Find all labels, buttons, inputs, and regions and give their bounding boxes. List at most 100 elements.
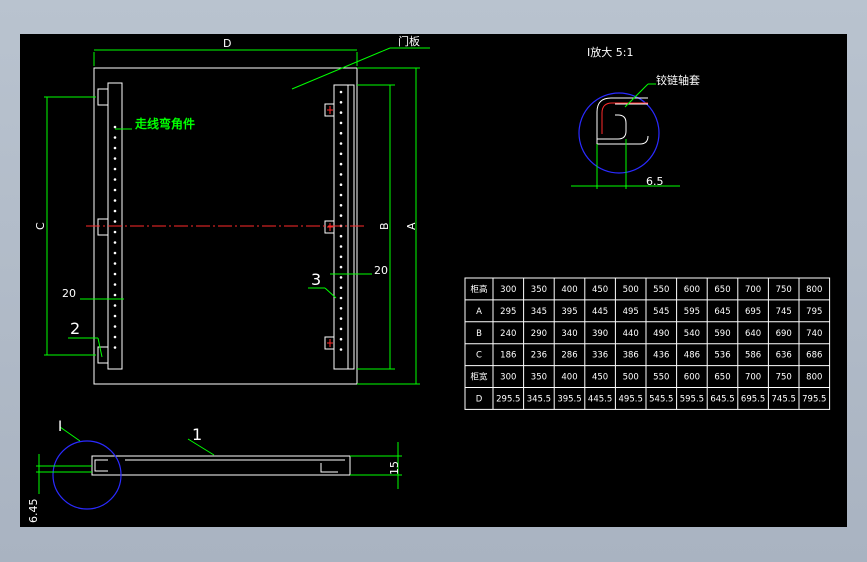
table-cell: 345: [531, 307, 547, 317]
hole: [113, 283, 117, 286]
dim-65-label: 6.5: [646, 175, 664, 188]
cad-drawing: D C B A 门板 走线弯角件 20 20 2 3 1 I 15 6.45 I…: [27, 34, 831, 523]
hole: [339, 152, 343, 156]
hole: [339, 286, 343, 289]
table-cell: 795: [806, 307, 822, 317]
hole: [113, 346, 117, 349]
table-cell: 395.5: [557, 394, 581, 404]
hole: [113, 272, 117, 276]
table-cell: 390: [592, 329, 608, 339]
hinge-sleeve-label: 铰链轴套: [656, 73, 700, 87]
hole: [339, 101, 343, 104]
hole: [113, 220, 117, 223]
table-cell: C: [476, 351, 482, 361]
table-cell: 745.5: [772, 394, 796, 404]
item-2-label: 2: [70, 319, 80, 338]
door-panel-label: 门板: [398, 34, 420, 48]
table-cell: 500: [623, 285, 639, 295]
table-cell: 186: [500, 351, 516, 361]
hole: [113, 293, 117, 297]
hole: [339, 307, 343, 310]
hole: [113, 325, 117, 328]
table-cell: 640: [745, 329, 761, 339]
hole: [339, 173, 343, 176]
hole: [113, 178, 117, 181]
hole: [339, 276, 343, 279]
dim-a-label: A: [405, 222, 418, 230]
dim-645-label: 6.45: [27, 499, 40, 524]
hole: [339, 121, 343, 125]
hole: [113, 188, 117, 192]
hole: [339, 162, 343, 166]
table-cell: 240: [500, 329, 516, 339]
table-cell: 650: [714, 285, 730, 295]
hole: [339, 193, 343, 197]
table-cell: B: [476, 329, 482, 339]
table-cell: 686: [806, 351, 822, 361]
detail-circle: [578, 92, 660, 174]
table-cell: 700: [745, 373, 761, 383]
hole: [113, 230, 117, 234]
table-cell: 440: [623, 329, 639, 339]
hole: [113, 157, 117, 160]
hole: [113, 146, 117, 150]
table-cell: 595: [684, 307, 700, 317]
item-1-label: 1: [192, 425, 202, 444]
dim-b-label: B: [378, 222, 391, 230]
hole: [339, 90, 343, 94]
left-tab-bottom: [97, 346, 109, 364]
side-hinge-curl: [94, 459, 108, 472]
table-cell: 800: [806, 285, 822, 295]
hole: [113, 125, 117, 129]
side-right-return: [320, 463, 338, 473]
hole: [113, 262, 117, 265]
hole: [339, 204, 343, 207]
table-cell: 450: [592, 373, 608, 383]
table-cell: 745: [776, 307, 792, 317]
table-cell: 350: [531, 285, 547, 295]
item-3-label: 3: [311, 270, 321, 289]
table-cell: 336: [592, 351, 608, 361]
table-cell: 750: [776, 373, 792, 383]
table-cell: 286: [561, 351, 577, 361]
detail-i-view: I放大 5:1 铰链轴套 6.5: [571, 45, 700, 189]
table-cell: 550: [653, 373, 669, 383]
side-view: 1 I 15 6.45: [27, 419, 402, 523]
dim-15-label: 15: [388, 461, 401, 475]
table-cell: A: [476, 307, 482, 317]
table-cell: 486: [684, 351, 700, 361]
table-cell: 690: [776, 329, 792, 339]
table-cell: 490: [653, 329, 669, 339]
dim-c-label: C: [34, 222, 47, 230]
table-cell: 540: [684, 329, 700, 339]
table-cell: 545: [653, 307, 669, 317]
table-cell: 350: [531, 373, 547, 383]
hole: [113, 167, 117, 171]
table-cell: 645: [714, 307, 730, 317]
table-cell: 柜宽: [470, 372, 488, 383]
hole: [339, 348, 343, 351]
hole: [339, 111, 343, 114]
hole: [339, 327, 343, 331]
table-cell: 400: [561, 285, 577, 295]
hole: [339, 183, 343, 186]
table-cell: 695: [745, 307, 761, 317]
hole: [339, 142, 343, 145]
table-cell: 636: [776, 351, 792, 361]
table-cell: 445.5: [588, 394, 612, 404]
table-cell: 445: [592, 307, 608, 317]
table-cell: 495: [623, 307, 639, 317]
table-cell: 295: [500, 307, 516, 317]
table-cell: 600: [684, 373, 700, 383]
table-cell: 400: [561, 373, 577, 383]
hole: [113, 335, 117, 339]
hole: [339, 255, 343, 259]
cad-drawing-canvas: D C B A 门板 走线弯角件 20 20 2 3 1 I 15 6.45 I…: [20, 34, 847, 527]
hole: [113, 314, 117, 318]
table-cell: 800: [806, 373, 822, 383]
dim-20-left-label: 20: [62, 287, 76, 300]
hole: [339, 131, 343, 135]
table-cell: 536: [714, 351, 730, 361]
right-hole-column: [339, 90, 343, 351]
table-cell: 395: [561, 307, 577, 317]
